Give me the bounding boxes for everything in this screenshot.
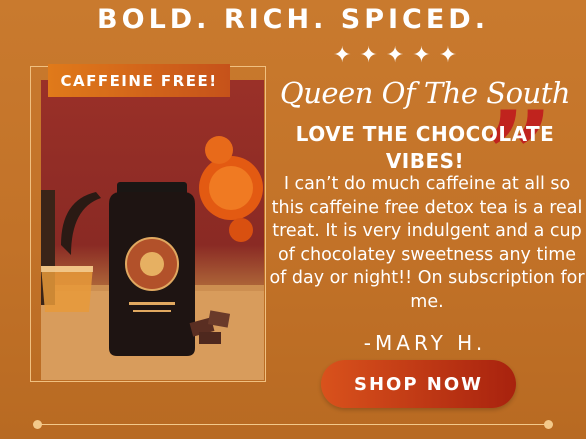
review-title: LOVE THE CHOCOLATE VIBES! [295, 122, 555, 173]
rating-stars: ✦✦✦✦✦ [333, 42, 466, 67]
review-body: I can’t do much caffeine at all so this … [269, 174, 585, 312]
divider-dot-right [544, 420, 553, 429]
review-author: -MARY H. [363, 331, 487, 355]
caffeine-free-badge: CAFFEINE FREE! [48, 64, 230, 97]
shop-now-button[interactable]: SHOP NOW [321, 360, 516, 408]
headline: BOLD. RICH. SPICED. [97, 4, 489, 35]
product-photo [41, 80, 264, 380]
divider [38, 424, 550, 425]
divider-dot-left [33, 420, 42, 429]
